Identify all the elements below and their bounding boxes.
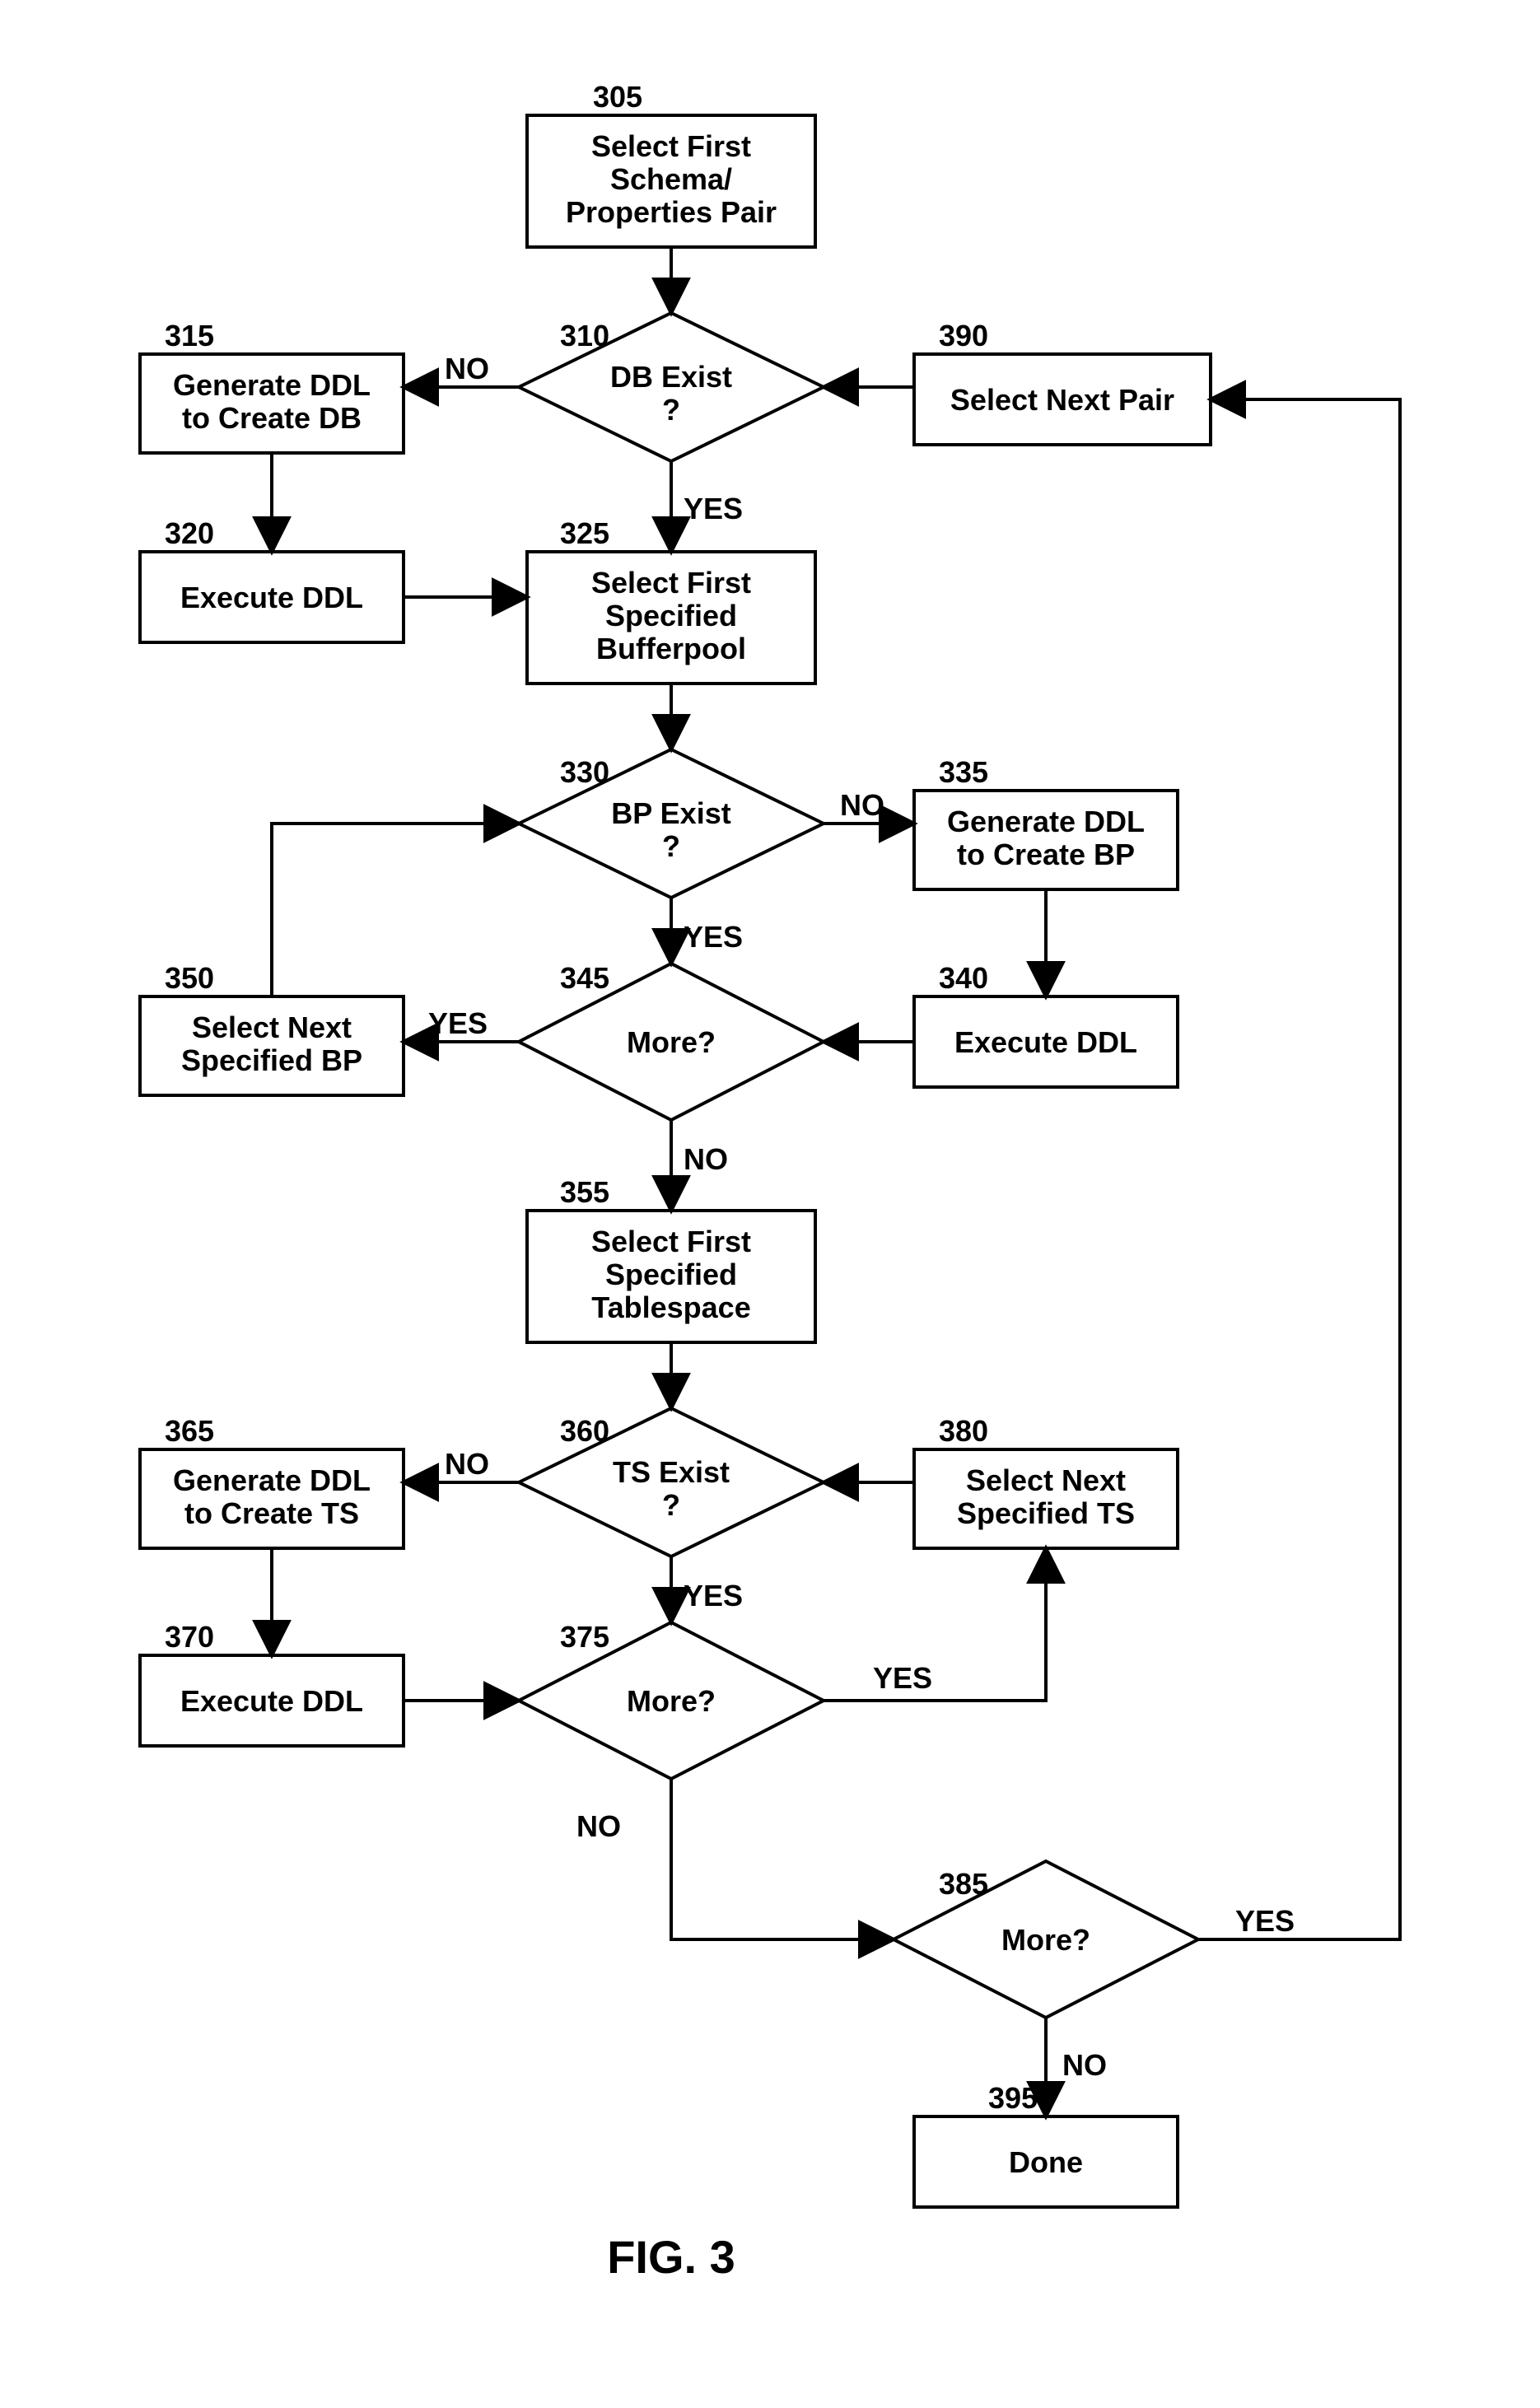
node-395-line1: Done [1009,2145,1083,2179]
label-320: 320 [165,516,214,550]
edge-330-335-label: NO [840,788,884,822]
node-330-line2: ? [662,829,680,863]
node-355-line3: Tablespace [591,1290,750,1324]
node-355-line1: Select First [591,1225,751,1258]
node-325-line2: Specified [605,599,737,632]
edge-310-325-label: YES [684,492,743,525]
edge-360-365-label: NO [445,1447,489,1481]
label-335: 335 [939,755,988,789]
node-365-line1: Generate DDL [173,1463,371,1497]
label-395: 395 [988,2081,1038,2115]
edge-375-385-label: NO [576,1809,621,1843]
node-375-line1: More? [627,1684,716,1718]
label-380: 380 [939,1414,988,1448]
node-305-line2: Schema/ [610,162,732,196]
node-325-line3: Bufferpool [596,632,746,665]
edge-350-330 [272,824,519,996]
label-365: 365 [165,1414,214,1448]
label-305: 305 [593,80,642,114]
node-315-line2: to Create DB [182,401,362,435]
node-340-line1: Execute DDL [954,1025,1137,1059]
label-350: 350 [165,961,214,995]
node-335-line2: to Create BP [957,838,1135,871]
flowchart-diagram: 305 Select First Schema/ Properties Pair… [0,0,1540,2408]
node-350-line2: Specified BP [181,1043,362,1077]
edge-360-375-label: YES [684,1579,743,1612]
node-345-line1: More? [627,1025,716,1059]
node-370-line1: Execute DDL [180,1684,363,1718]
node-350-line1: Select Next [192,1010,352,1044]
edge-375-380-label: YES [873,1661,932,1695]
edge-330-345-label: YES [684,920,743,954]
node-335-line1: Generate DDL [947,805,1145,838]
edge-310-315-label: NO [445,352,489,385]
edge-385-390 [1198,399,1400,1939]
node-365-line2: to Create TS [184,1496,359,1530]
label-315: 315 [165,319,214,352]
node-355-line2: Specified [605,1258,737,1291]
node-310-line1: DB Exist [610,360,732,394]
edge-345-355-label: NO [684,1142,728,1176]
label-345: 345 [560,961,609,995]
node-315-line1: Generate DDL [173,368,371,402]
edge-375-380 [824,1548,1046,1701]
edge-385-395-label: NO [1062,2048,1107,2082]
node-360-line1: TS Exist [613,1455,730,1489]
node-305-line3: Properties Pair [566,195,777,229]
node-330-line1: BP Exist [611,796,730,830]
label-325: 325 [560,516,609,550]
node-360-line2: ? [662,1488,680,1522]
label-390: 390 [939,319,988,352]
node-390-line1: Select Next Pair [950,383,1174,417]
node-305-line1: Select First [591,129,751,163]
label-340: 340 [939,961,988,995]
label-355: 355 [560,1175,609,1209]
edge-385-390-label: YES [1235,1904,1295,1938]
label-375: 375 [560,1620,609,1654]
edge-375-385 [671,1779,894,1939]
node-310-line2: ? [662,393,680,427]
edge-345-350-label: YES [428,1006,488,1040]
node-325-line1: Select First [591,566,751,600]
figure-label: FIG. 3 [607,2231,735,2283]
node-380-line2: Specified TS [957,1496,1135,1530]
node-385-line1: More? [1001,1923,1090,1957]
node-380-line1: Select Next [966,1463,1126,1497]
node-320-line1: Execute DDL [180,581,363,614]
label-370: 370 [165,1620,214,1654]
